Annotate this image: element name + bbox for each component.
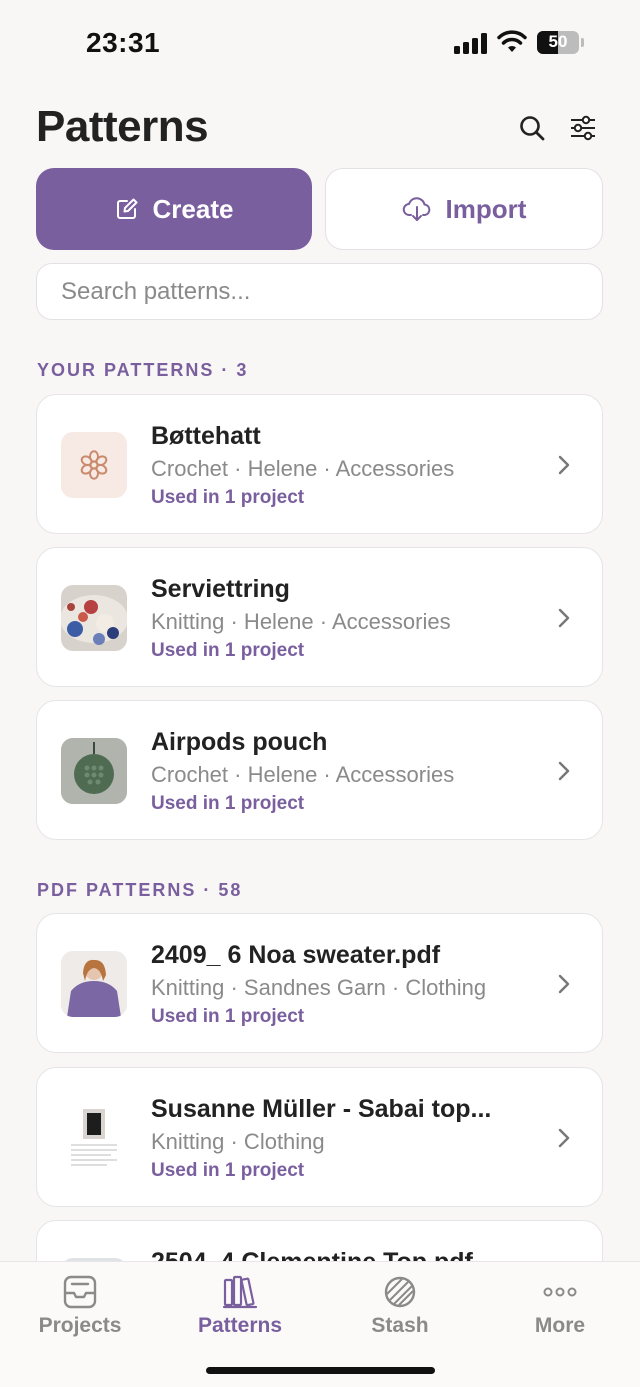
chevron-right-icon [558,455,570,475]
filter-button[interactable] [563,108,603,148]
pattern-meta: Crochet · Helene · Accessories [151,762,455,787]
pattern-thumbnail [61,951,127,1017]
pattern-title: Airpods pouch [151,728,328,756]
document-preview-thumbnail [61,1105,127,1171]
pattern-title: Susanne Müller - Sabai top... [151,1095,492,1123]
status-time: 23:31 [86,27,161,58]
edit-icon [116,198,138,219]
home-indicator [206,1367,435,1374]
pattern-usage: Used in 1 project [151,1006,305,1027]
pattern-card[interactable]: Susanne Müller - Sabai top... Knitting ·… [36,1067,603,1207]
chevron-right-icon [558,761,570,781]
page-title: Patterns [36,102,209,151]
sliders-icon [571,115,595,141]
search-input[interactable] [36,263,603,320]
section-header-your-patterns: YOUR PATTERNS · 3 [37,360,249,380]
pattern-title: Serviettring [151,575,290,603]
pattern-usage: Used in 1 project [151,487,305,508]
pattern-usage: Used in 1 project [151,1160,305,1181]
create-button[interactable]: Create [36,168,312,250]
pattern-thumbnail [61,738,127,804]
pattern-meta: Knitting · Helene · Accessories [151,609,451,634]
chevron-right-icon [558,1128,570,1148]
tab-more[interactable]: More [480,1262,640,1352]
battery-icon: 50 [537,31,579,54]
pattern-meta: Knitting · Clothing [151,1129,325,1154]
pattern-usage: Used in 1 project [151,793,305,814]
cloud-download-icon [402,197,430,221]
pattern-thumbnail [61,1105,127,1171]
ellipsis-icon [543,1287,577,1297]
pattern-meta: Crochet · Helene · Accessories [151,456,455,481]
tab-label: Projects [38,1314,122,1337]
status-bar: 23:31 50 [0,0,640,88]
tab-label: Stash [371,1314,429,1337]
pattern-card[interactable]: Bøttehatt Crochet · Helene · Accessories… [36,394,603,534]
pattern-title: Bøttehatt [151,422,261,450]
wifi-icon [497,30,527,52]
tab-patterns[interactable]: Patterns [160,1262,320,1352]
search-icon [520,116,545,141]
pattern-usage: Used in 1 project [151,640,305,661]
photo-thumbnail [61,951,127,1017]
tab-label: More [534,1314,586,1337]
battery-nub [581,38,584,47]
pattern-title: 2409_ 6 Noa sweater.pdf [151,941,441,969]
cellular-signal-icon [454,32,488,54]
chevron-right-icon [558,608,570,628]
import-button[interactable]: Import [325,168,603,250]
flower-icon [80,450,108,480]
photo-thumbnail [61,585,127,651]
pattern-meta: Knitting · Sandnes Garn · Clothing [151,975,487,1000]
books-icon [222,1275,258,1309]
pattern-card[interactable]: Serviettring Knitting · Helene · Accesso… [36,547,603,687]
tab-projects[interactable]: Projects [0,1262,160,1352]
section-header-pdf-patterns: PDF PATTERNS · 58 [37,880,243,900]
pattern-thumbnail [61,432,127,498]
pattern-card[interactable]: Airpods pouch Crochet · Helene · Accesso… [36,700,603,840]
tab-label: Patterns [197,1314,283,1337]
chevron-right-icon [558,974,570,994]
tab-stash[interactable]: Stash [320,1262,480,1352]
create-button-label: Create [152,193,234,224]
pattern-card[interactable]: 2409_ 6 Noa sweater.pdf Knitting · Sandn… [36,913,603,1053]
import-button-label: Import [445,193,527,224]
yarn-ball-icon [384,1276,416,1308]
search-button[interactable] [512,108,552,148]
pattern-thumbnail [61,585,127,651]
battery-percent: 50 [548,32,568,51]
photo-thumbnail [61,738,127,804]
inbox-icon [63,1275,97,1309]
